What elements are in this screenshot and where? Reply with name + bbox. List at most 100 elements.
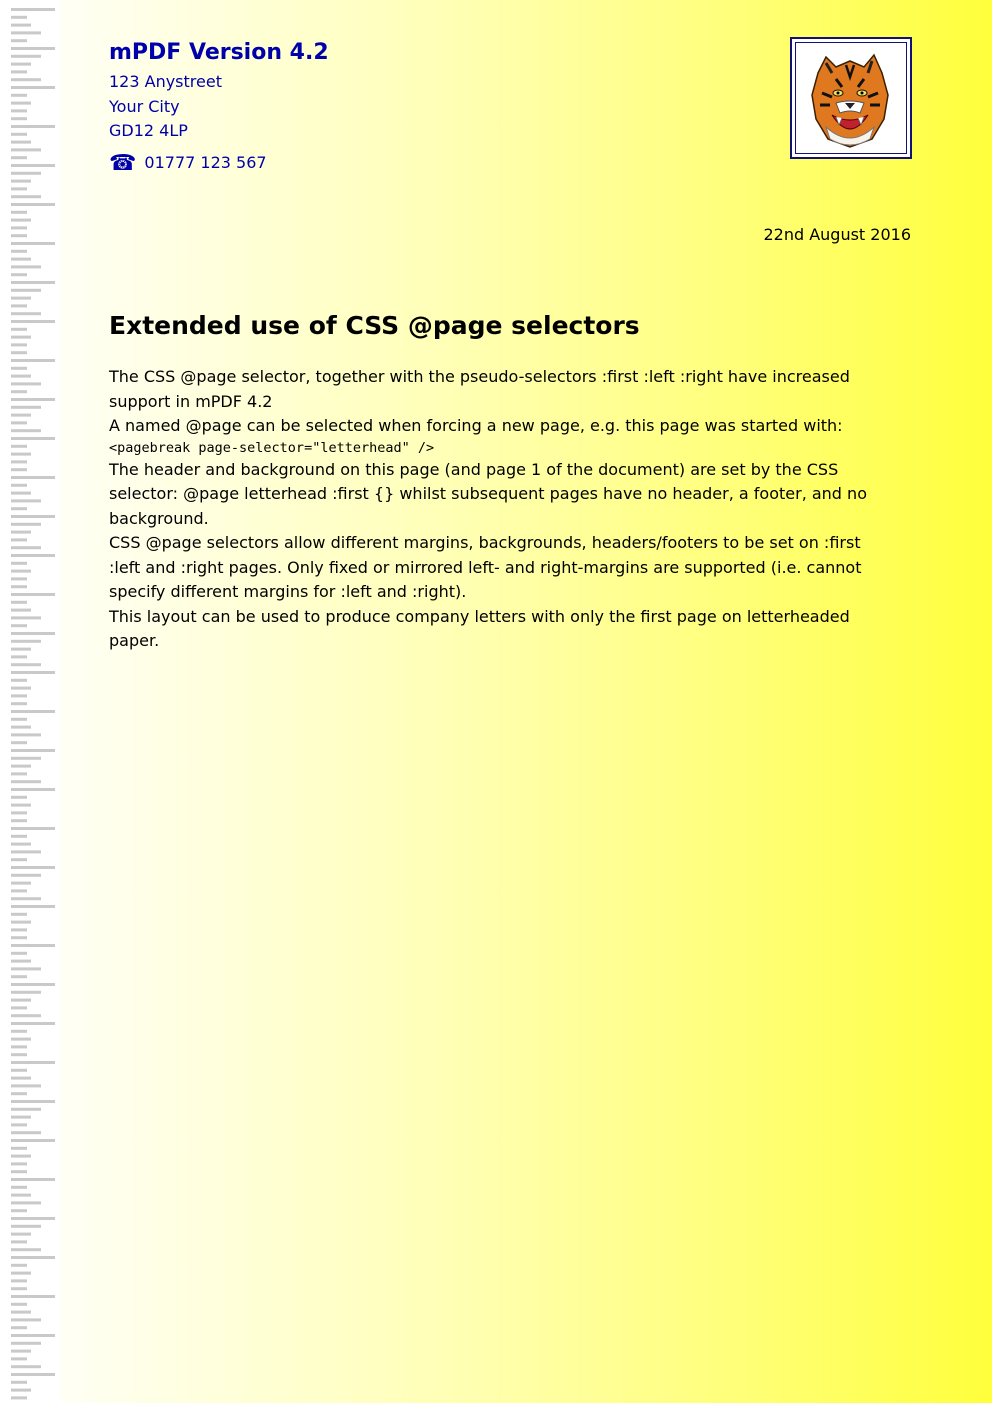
ruler-mark [11, 1045, 27, 1049]
ruler-mark [11, 242, 55, 245]
body-line: background. [109, 508, 209, 528]
ruler-marks [11, 8, 55, 1400]
ruler-mark [11, 593, 55, 596]
ruler-mark [11, 421, 27, 425]
ruler-mark [11, 1154, 31, 1158]
ruler-mark [11, 756, 41, 760]
ruler-mark [11, 1170, 27, 1174]
ruler-mark [11, 296, 31, 300]
telephone-icon: ☎ [109, 150, 137, 176]
ruler-mark [11, 1388, 31, 1392]
ruler-mark [11, 1068, 27, 1072]
ruler-mark [11, 749, 55, 752]
ruler-mark [11, 203, 55, 206]
ruler-mark [11, 951, 27, 955]
ruler-mark [11, 210, 27, 214]
body-line: CSS @page selectors allow different marg… [109, 533, 861, 552]
ruler-mark [11, 842, 31, 846]
ruler-mark [11, 530, 31, 534]
body-line: The CSS @page selector, together with th… [109, 367, 850, 386]
ruler-mark [11, 1318, 41, 1322]
ruler-mark [11, 1334, 55, 1337]
ruler-mark [11, 257, 31, 261]
ruler-mark [11, 827, 55, 830]
ruler-mark [11, 928, 27, 932]
address-line-1: 123 Anystreet [109, 72, 222, 91]
ruler-mark [11, 850, 41, 854]
ruler-mark [11, 897, 41, 901]
ruler-mark [11, 990, 41, 994]
ruler-mark [11, 187, 27, 191]
ruler-mark [11, 608, 31, 612]
ruler-mark [11, 600, 27, 604]
ruler-mark [11, 93, 27, 97]
ruler-mark [11, 803, 31, 807]
ruler-mark [11, 8, 55, 11]
body-line: paper. [109, 631, 160, 650]
ruler-mark [11, 515, 55, 518]
ruler-mark [11, 671, 55, 674]
ruler-mark [11, 585, 27, 589]
ruler-mark [11, 616, 41, 620]
ruler-mark [11, 764, 31, 768]
ruler-mark [11, 546, 41, 550]
ruler-mark [11, 390, 27, 394]
ruler-mark [11, 125, 55, 128]
ruler-mark [11, 476, 55, 479]
ruler-mark [11, 444, 27, 448]
ruler-mark [11, 499, 41, 503]
ruler-mark [11, 561, 27, 565]
body-line: :left and :right pages. Only fixed or mi… [109, 557, 862, 577]
ruler-mark [11, 624, 27, 628]
tiger-logo-icon [811, 53, 889, 148]
ruler-mark [11, 62, 31, 66]
ruler-mark [11, 491, 31, 495]
ruler-mark [11, 327, 27, 331]
ruler-mark [11, 156, 27, 160]
ruler-mark [11, 1084, 41, 1088]
letterhead: mPDF Version 4.2 123 Anystreet Your City… [109, 38, 329, 176]
ruler-mark [11, 1131, 41, 1135]
ruler-mark [11, 1396, 27, 1400]
ruler-mark [11, 1139, 55, 1142]
ruler-mark [11, 1029, 27, 1033]
ruler-mark [11, 226, 27, 230]
ruler-mark [11, 632, 55, 635]
ruler-mark [11, 1279, 27, 1283]
ruler-mark [11, 249, 27, 253]
ruler-mark [11, 678, 27, 682]
ruler-mark [11, 780, 41, 784]
ruler-mark [11, 31, 41, 35]
ruler-mark [11, 983, 55, 986]
ruler-mark [11, 413, 31, 417]
ruler-mark [11, 975, 27, 979]
body-line: This layout can be used to produce compa… [109, 606, 850, 626]
address-line-3: GD12 4LP [109, 121, 188, 140]
phone-line: ☎ 01777 123 567 [109, 151, 329, 176]
ruler-mark [11, 795, 27, 799]
ruler-mark [11, 171, 41, 175]
ruler-mark [11, 460, 27, 464]
ruler-mark [11, 944, 55, 947]
body-line: The header and background on this page (… [109, 459, 839, 479]
ruler-mark [11, 1053, 27, 1057]
ruler-mark [11, 1209, 27, 1213]
ruler-mark [11, 343, 27, 347]
ruler-mark [11, 1006, 27, 1010]
ruler-mark [11, 1302, 27, 1306]
ruler-mark [11, 1256, 55, 1259]
ruler-mark [11, 218, 31, 222]
ruler-mark [11, 788, 55, 791]
ruler-mark [11, 1092, 27, 1096]
ruler-mark [11, 866, 55, 869]
company-name: mPDF Version 4.2 [109, 40, 329, 65]
ruler-mark [11, 39, 27, 43]
ruler-mark [11, 554, 55, 557]
ruler-mark [11, 1326, 27, 1330]
letter-date: 22nd August 2016 [763, 225, 911, 244]
ruler-mark [11, 374, 31, 378]
ruler-mark [11, 281, 55, 284]
ruler-mark [11, 569, 31, 573]
ruler-mark [11, 1022, 55, 1025]
ruler-mark [11, 437, 55, 440]
